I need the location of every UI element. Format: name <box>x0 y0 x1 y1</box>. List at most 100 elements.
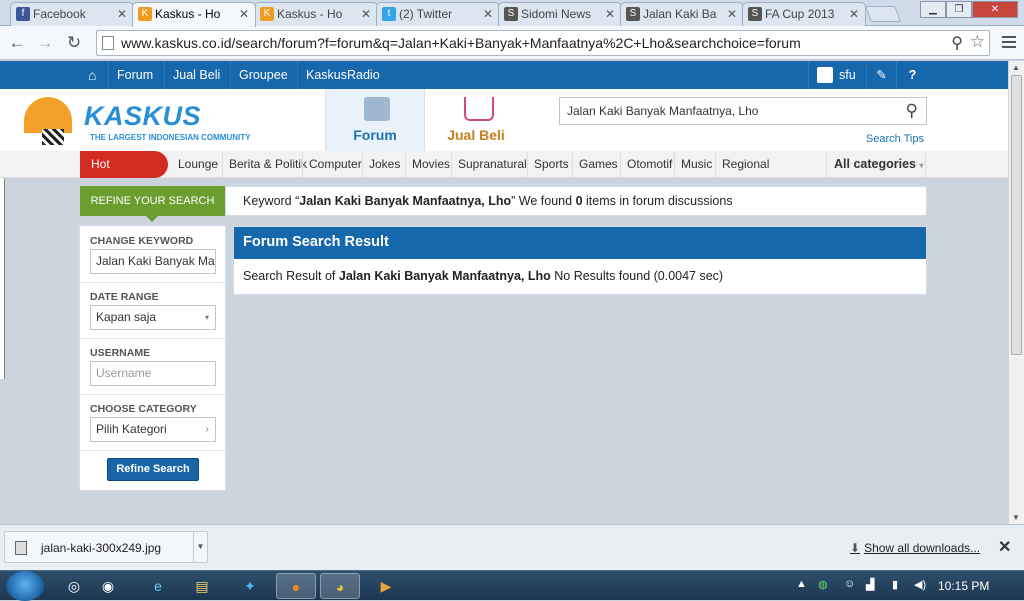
maximize-button[interactable]: ❐ <box>946 1 972 18</box>
category-lounge[interactable]: Lounge <box>172 151 224 178</box>
category-music[interactable]: Music <box>674 151 718 178</box>
divider <box>80 394 225 395</box>
chevron-down-icon: ▾ <box>919 161 924 170</box>
tab-title: FA Cup 2013 <box>765 7 835 21</box>
firefox-icon[interactable]: ● <box>276 573 316 599</box>
tab-sidomi[interactable]: S Sidomi News ✕ <box>498 2 622 26</box>
category-computer[interactable]: Computer <box>302 151 368 178</box>
tray-expand-icon[interactable]: ▲ <box>796 578 807 590</box>
folder-icon[interactable]: ▤ <box>182 573 222 599</box>
address-bar[interactable]: www.kaskus.co.id/search/forum?f=forum&q=… <box>96 30 990 56</box>
category-otomotif[interactable]: Otomotif <box>620 151 678 178</box>
scroll-up-icon[interactable]: ▲ <box>1012 63 1020 72</box>
close-icon[interactable]: ✕ <box>239 3 249 25</box>
search-icon[interactable]: ⚲ <box>906 101 918 121</box>
window-close-button[interactable]: ✕ <box>972 1 1018 18</box>
close-icon[interactable]: ✕ <box>998 537 1011 557</box>
category-games[interactable]: Games <box>572 151 624 178</box>
umbrella-icon <box>24 97 72 133</box>
username-input[interactable]: Username <box>90 361 216 386</box>
site-search: ⚲ <box>559 97 927 125</box>
close-icon[interactable]: ✕ <box>849 3 859 25</box>
hot-categories-tab[interactable]: Hot categories <box>80 151 168 198</box>
tab-fa-cup[interactable]: S FA Cup 2013 ✕ <box>742 2 866 26</box>
close-icon[interactable]: ✕ <box>117 3 127 25</box>
chrome-icon[interactable]: ◕ <box>320 573 360 599</box>
browser-tab-strip: f Facebook ✕ K Kaskus - Ho ✕ K Kaskus - … <box>0 0 1024 27</box>
result-query: Jalan Kaki Banyak Manfaatnya, Lho <box>338 269 551 283</box>
menu-icon[interactable] <box>1002 36 1016 51</box>
scroll-down-icon[interactable]: ▼ <box>1012 513 1020 522</box>
taskbar-clock[interactable]: 10:15 PM <box>938 579 989 593</box>
keyword-input[interactable]: Jalan Kaki Banyak Manfaatnya, Lho <box>90 249 216 274</box>
tab-title: Jalan Kaki Ba <box>643 7 717 21</box>
show-all-downloads-link[interactable]: ⬇ Show all downloads... <box>850 541 980 555</box>
minimize-button[interactable]: ▁ <box>920 1 946 18</box>
kaskus-icon: K <box>260 7 274 21</box>
tray-app-icon[interactable]: ☺ <box>844 578 855 590</box>
tab-jalan-kaki[interactable]: S Jalan Kaki Ba ✕ <box>620 2 744 26</box>
all-categories-dropdown[interactable]: All categories ▾ <box>826 151 926 178</box>
forward-icon[interactable]: → <box>34 32 56 54</box>
twitter-icon: t <box>382 7 396 21</box>
home-icon[interactable]: ⌂ <box>80 61 104 89</box>
search-tips-link[interactable]: Search Tips <box>866 133 924 145</box>
header-jualbeli-tab[interactable]: Jual Beli <box>426 89 526 151</box>
category-regional[interactable]: Regional <box>715 151 775 178</box>
start-button[interactable] <box>6 571 44 601</box>
header-forum-tab[interactable]: Forum <box>325 89 425 151</box>
category-jokes[interactable]: Jokes <box>362 151 406 178</box>
kaskus-logo[interactable]: KASKUS THE LARGEST INDONESIAN COMMUNITY <box>24 93 254 149</box>
category-supranatural[interactable]: Supranatural <box>451 151 533 178</box>
nav-groupee-link[interactable]: Groupee <box>230 61 296 89</box>
kaskus-header: KASKUS THE LARGEST INDONESIAN COMMUNITY … <box>0 89 1008 151</box>
category-berita-politik[interactable]: Berita & Politik <box>222 151 313 178</box>
download-item[interactable]: jalan-kaki-300x249.jpg ▼ <box>4 531 208 563</box>
tab-kaskus[interactable]: K Kaskus - Ho ✕ <box>254 2 378 26</box>
user-menu[interactable]: sfu <box>808 61 864 89</box>
nav-kaskusradio-link[interactable]: KaskusRadio <box>297 61 388 89</box>
new-tab-button[interactable] <box>865 6 901 22</box>
kaskus-top-nav: ⌂ Forum Jual Beli Groupee KaskusRadio sf… <box>0 61 1008 89</box>
category-sports[interactable]: Sports <box>527 151 575 178</box>
network-globe-icon[interactable]: ◍ <box>818 578 828 591</box>
camera-app-icon[interactable]: ◉ <box>88 573 128 599</box>
search-input[interactable] <box>560 98 890 124</box>
tab-title: (2) Twitter <box>399 7 453 21</box>
refine-search-button[interactable]: Refine Search <box>107 458 199 481</box>
category-select[interactable]: Pilih Kategori › <box>90 417 216 442</box>
volume-icon[interactable]: ◀) <box>914 578 926 591</box>
reload-icon[interactable]: ↻ <box>63 32 85 54</box>
internet-explorer-icon[interactable]: e <box>138 573 178 599</box>
close-icon[interactable]: ✕ <box>727 3 737 25</box>
twitter-app-icon[interactable]: ✦ <box>230 573 270 599</box>
signal-icon[interactable]: ▟ <box>866 578 874 591</box>
download-filename: jalan-kaki-300x249.jpg <box>41 541 162 555</box>
battery-icon[interactable]: ▮ <box>892 578 898 591</box>
tab-facebook[interactable]: f Facebook ✕ <box>10 2 134 26</box>
search-icon[interactable]: ⚲ <box>951 33 963 53</box>
nav-forum-link[interactable]: Forum <box>108 61 161 89</box>
bookmark-star-icon[interactable]: ☆ <box>970 32 985 52</box>
logo-text: KASKUS <box>84 101 202 131</box>
category-movies[interactable]: Movies <box>405 151 456 178</box>
help-icon[interactable]: ? <box>896 61 928 89</box>
scrollbar-thumb[interactable] <box>1011 75 1022 355</box>
divider <box>80 282 225 283</box>
nav-jualbeli-link[interactable]: Jual Beli <box>164 61 228 89</box>
close-icon[interactable]: ✕ <box>605 3 615 25</box>
logo-tagline: THE LARGEST INDONESIAN COMMUNITY <box>90 133 251 142</box>
keyword-query: Jalan Kaki Banyak Manfaatnya, Lho <box>299 194 512 208</box>
tab-kaskus-active[interactable]: K Kaskus - Ho ✕ <box>132 2 256 27</box>
chevron-down-icon[interactable]: ▼ <box>193 532 207 562</box>
tab-twitter[interactable]: t (2) Twitter ✕ <box>376 2 500 26</box>
date-range-select[interactable]: Kapan saja ▾ <box>90 305 216 330</box>
edit-icon[interactable]: ✎ <box>866 61 896 89</box>
close-icon[interactable]: ✕ <box>361 3 371 25</box>
vertical-scrollbar[interactable]: ▲ ▼ <box>1008 61 1024 524</box>
close-icon[interactable]: ✕ <box>483 3 493 25</box>
jualbeli-label: Jual Beli <box>447 127 505 143</box>
back-icon[interactable]: ← <box>6 32 28 54</box>
video-player-icon[interactable]: ▶ <box>366 573 406 599</box>
divider <box>80 450 225 451</box>
